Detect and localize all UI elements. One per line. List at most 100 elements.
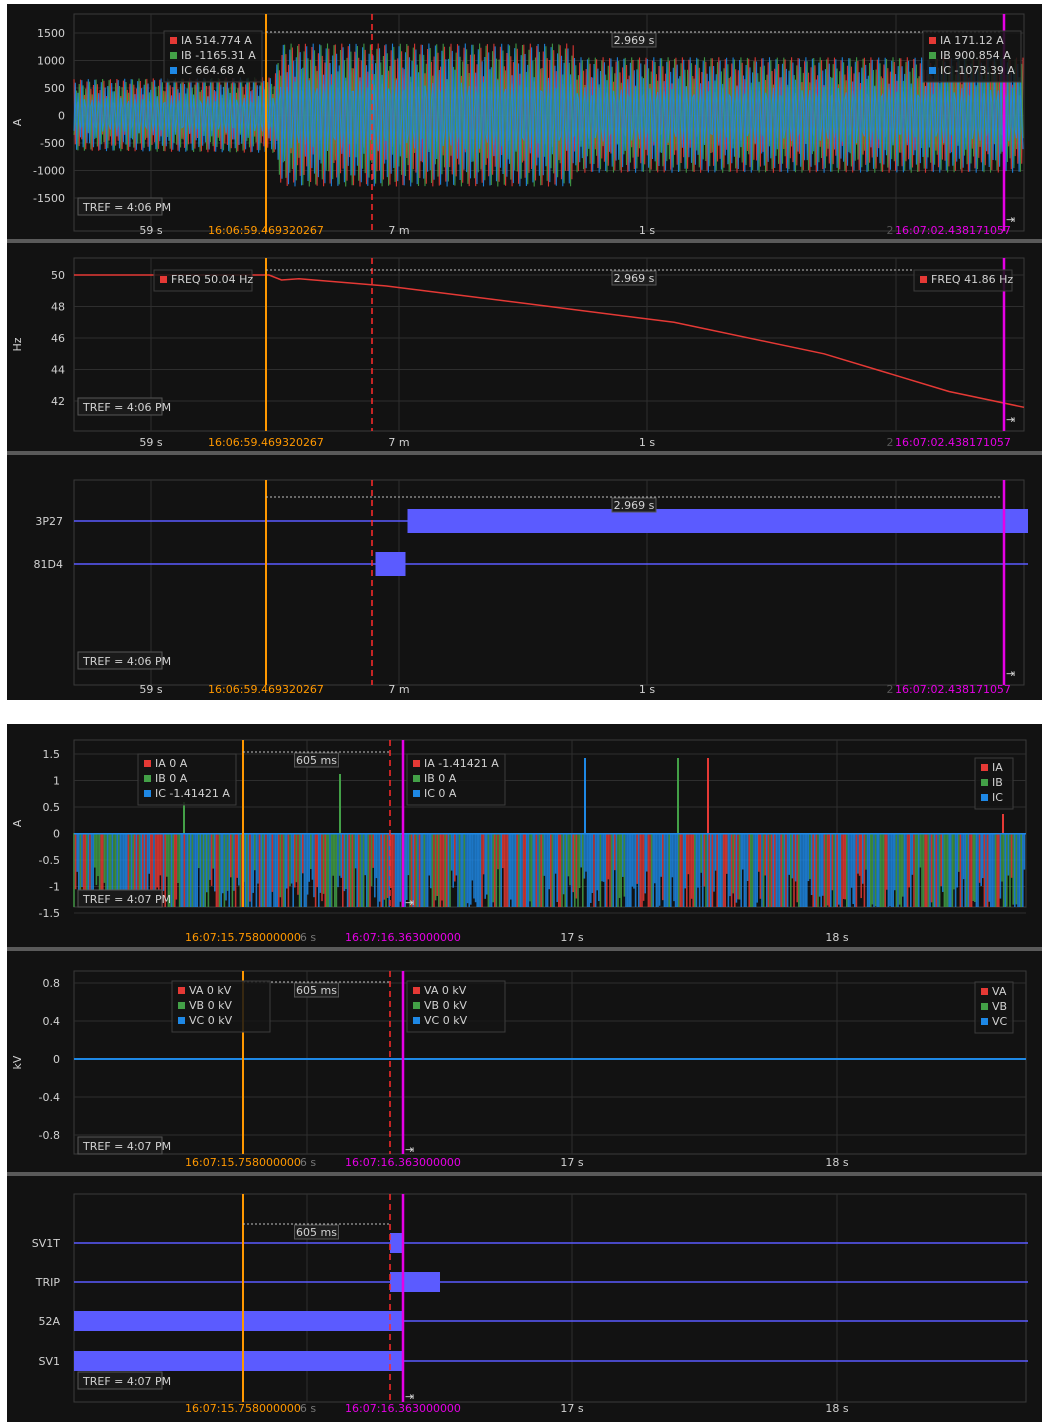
tref-label-text: TREF = 4:07 PM bbox=[82, 1140, 171, 1153]
panel-separator bbox=[7, 1172, 1042, 1176]
legend-left-label: VC 0 kV bbox=[189, 1014, 233, 1027]
y-tick-label: -1 bbox=[49, 881, 60, 894]
legend-right-label: VA bbox=[992, 985, 1007, 998]
digital-label: SV1 bbox=[38, 1355, 60, 1368]
y-axis-unit: A bbox=[11, 819, 24, 827]
x-tick-label: 59 s bbox=[139, 683, 162, 696]
x-tick-label: 6 s bbox=[300, 1156, 316, 1169]
delta-readout-text: 2.969 s bbox=[614, 499, 655, 512]
delta-readout-text: 605 ms bbox=[296, 984, 337, 997]
legend-left-label: IB 0 A bbox=[155, 772, 188, 785]
y-tick-label: 500 bbox=[44, 82, 65, 95]
x-tick-label: 17 s bbox=[560, 931, 583, 944]
legend-left-label: IB -1165.31 A bbox=[181, 49, 256, 62]
digital-bar-81D4 bbox=[375, 552, 406, 576]
legend-left-swatch bbox=[178, 1002, 185, 1009]
legend-left-swatch bbox=[178, 987, 185, 994]
legend-right-swatch bbox=[929, 37, 936, 44]
legend-right-label: IB bbox=[992, 776, 1003, 789]
legend-left-swatch bbox=[170, 52, 177, 59]
y-tick-label: 42 bbox=[51, 395, 65, 408]
cursor-1-time: 16:06:59.469320267 bbox=[208, 683, 324, 696]
x-tick-label: 18 s bbox=[825, 931, 848, 944]
legend-mid-swatch bbox=[413, 1017, 420, 1024]
legend-left-label: IC 664.68 A bbox=[181, 64, 245, 77]
legend-right-label: VC bbox=[992, 1015, 1008, 1028]
y-tick-label: 50 bbox=[51, 269, 65, 282]
y-axis-unit: A bbox=[11, 118, 24, 126]
legend-right-swatch bbox=[981, 779, 988, 786]
tref-label-text: TREF = 4:06 PM bbox=[82, 401, 171, 414]
digital-bar-3P27 bbox=[407, 509, 1028, 533]
cursor-2-time: 16:07:16.363000000 bbox=[345, 1402, 461, 1415]
waveform-chart-bottom: 1.5 1 0.5 0 -0.5 -1 -1.5 A 605 ms TREF = 4:07 PM ⇥… bbox=[7, 739, 1042, 1415]
x-tick-label: 18 s bbox=[825, 1156, 848, 1169]
legend-left-label: FREQ 50.04 Hz bbox=[171, 273, 253, 286]
y-tick-label: -0.8 bbox=[39, 1129, 60, 1142]
x-tick-label: 59 s bbox=[139, 436, 162, 449]
cursor-1-time: 16:07:15.758000000 bbox=[185, 931, 301, 944]
y-tick-label: 0.5 bbox=[43, 801, 61, 814]
cursor-1-time: 16:06:59.469320267 bbox=[208, 436, 324, 449]
panel-separator bbox=[7, 239, 1042, 243]
legend-right-label: IC bbox=[992, 791, 1003, 804]
y-axis-unit: Hz bbox=[11, 337, 24, 351]
pin-icon: ⇥ bbox=[1006, 667, 1015, 680]
y-tick-label: -1000 bbox=[33, 165, 65, 178]
x-tick-label: 2 bbox=[887, 683, 894, 696]
legend-right-swatch bbox=[929, 52, 936, 59]
y-tick-label: -0.4 bbox=[39, 1091, 60, 1104]
waveform-screen-top: 1500 1000 500 0 -500 -1000 -1500 A 2.969 s TREF =… bbox=[7, 4, 1042, 700]
delta-readout-text: 605 ms bbox=[296, 1226, 337, 1239]
panel-separator bbox=[7, 451, 1042, 455]
legend-right-label: IA bbox=[992, 761, 1003, 774]
cursor-1-time: 16:06:59.469320267 bbox=[208, 224, 324, 237]
legend-mid-swatch bbox=[413, 760, 420, 767]
y-tick-label: 0.8 bbox=[43, 977, 61, 990]
legend-right-label: VB bbox=[992, 1000, 1007, 1013]
legend-mid-label: IC 0 A bbox=[424, 787, 457, 800]
delta-readout-text: 2.969 s bbox=[614, 34, 655, 47]
legend-left-swatch bbox=[160, 276, 167, 283]
y-tick-label: 0.4 bbox=[43, 1015, 61, 1028]
legend-left-label: IA 514.774 A bbox=[181, 34, 252, 47]
tref-label-text: TREF = 4:06 PM bbox=[82, 655, 171, 668]
y-tick-label: 0 bbox=[58, 110, 65, 123]
cursor-2-time: 16:07:02.438171057 bbox=[895, 224, 1011, 237]
legend-right-label: FREQ 41.86 Hz bbox=[931, 273, 1013, 286]
panel-separator bbox=[7, 947, 1042, 951]
x-tick-label: 7 m bbox=[388, 683, 409, 696]
pin-icon: ⇥ bbox=[1006, 413, 1015, 426]
y-tick-label: -0.5 bbox=[39, 854, 60, 867]
legend-left-label: VA 0 kV bbox=[189, 984, 232, 997]
x-tick-label: 1 s bbox=[639, 683, 655, 696]
cursor-2-time: 16:07:16.363000000 bbox=[345, 1156, 461, 1169]
legend-left-swatch bbox=[144, 775, 151, 782]
legend-right-label: IA 171.12 A bbox=[940, 34, 1004, 47]
y-axis-unit: kV bbox=[11, 1055, 24, 1069]
x-tick-label: 2 bbox=[887, 224, 894, 237]
legend-mid-swatch bbox=[413, 1002, 420, 1009]
tref-label-text: TREF = 4:07 PM bbox=[82, 893, 171, 906]
y-tick-label: 1.5 bbox=[43, 748, 61, 761]
legend-left-label: IC -1.41421 A bbox=[155, 787, 230, 800]
x-tick-label: 1 s bbox=[639, 436, 655, 449]
zero-line bbox=[74, 833, 1026, 835]
digital-bar-SV1 bbox=[74, 1351, 403, 1371]
legend-mid-label: VB 0 kV bbox=[424, 999, 467, 1012]
legend-right-swatch bbox=[981, 764, 988, 771]
cursor-2-time: 16:07:02.438171057 bbox=[895, 436, 1011, 449]
waveform-screen-bottom: 1.5 1 0.5 0 -0.5 -1 -1.5 A 605 ms TREF = 4:07 PM ⇥… bbox=[7, 724, 1042, 1422]
x-tick-label: 17 s bbox=[560, 1156, 583, 1169]
y-tick-label: -1500 bbox=[33, 192, 65, 205]
x-tick-label: 6 s bbox=[300, 1402, 316, 1415]
legend-mid-label: IB 0 A bbox=[424, 772, 457, 785]
legend-left-label: VB 0 kV bbox=[189, 999, 232, 1012]
x-tick-label: 7 m bbox=[388, 436, 409, 449]
delta-readout-text: 605 ms bbox=[296, 754, 337, 767]
digital-label: 52A bbox=[38, 1315, 60, 1328]
digital-label: 3P27 bbox=[35, 515, 63, 528]
x-tick-label: 1 s bbox=[639, 224, 655, 237]
legend-mid-swatch bbox=[413, 987, 420, 994]
legend-right-swatch bbox=[981, 1018, 988, 1025]
